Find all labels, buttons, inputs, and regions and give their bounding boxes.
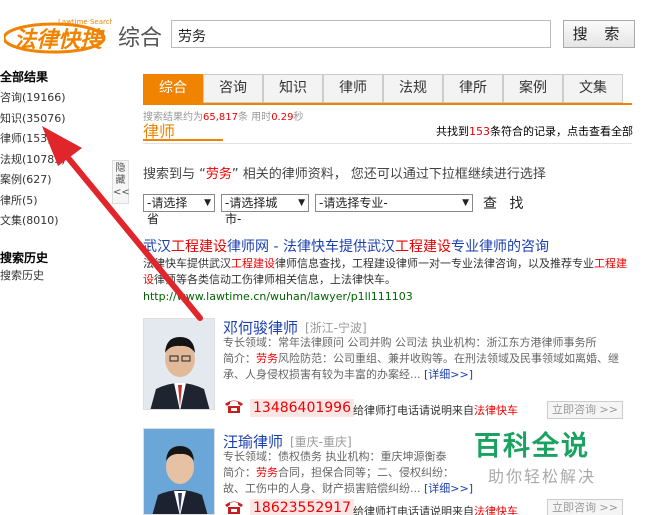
result-category-sidebar: 全部结果 咨询(19166) 知识(35076) 律师(153) 法规(1078… (0, 68, 110, 286)
chevron-down-icon: ▼ (462, 198, 469, 208)
lawyer-intro-text: 搜索到与 “劳务” 相关的律师资料， 您还可以通过下拉框继续进行选择 (143, 163, 546, 182)
tab-consult[interactable]: 咨询 (203, 74, 263, 103)
tab-regulation[interactable]: 法规 (383, 74, 443, 103)
find-button[interactable]: 查 找 (483, 193, 527, 213)
stats-mid: 条 用时 (238, 112, 272, 123)
found-count: 153 (469, 125, 490, 138)
intro-label: 简介： (223, 352, 256, 365)
lawyer-fields: 专长领域：常年法律顾问 公司并购 公司法 执业机构：浙江东方港律师事务所 (223, 336, 597, 349)
tab-collection[interactable]: 文集 (563, 74, 623, 103)
title-highlight: 工程建设 (171, 239, 227, 255)
intro-suffix: ” 相关的律师资料， 您还可以通过下拉框继续进行选择 (231, 167, 546, 182)
divider (143, 143, 632, 144)
detail-link[interactable]: [详细>>] (424, 482, 473, 495)
consult-now-button[interactable]: 立即咨询 >> (547, 401, 623, 419)
tab-underline (143, 103, 632, 105)
sidebar-item-lawyer[interactable]: 律师(153) (0, 129, 110, 150)
collapse-icon: << (113, 187, 130, 198)
city-select[interactable]: -请选择城市- ▼ (221, 194, 309, 226)
detail-link[interactable]: [详细>>] (424, 368, 473, 381)
intro-text: 风险防范：公司重组、兼并收购等。在刑法领域及民事领域如离婚、继承、人身侵权损害有… (223, 352, 619, 381)
category-word: 综合 (118, 26, 163, 51)
result-title-link[interactable]: 武汉工程建设律师网 - 法律快车提供武汉工程建设专业律师的咨询 (143, 236, 549, 256)
sidebar-item-consult[interactable]: 咨询(19166) (0, 88, 110, 109)
lawyer-info: 专长领域：常年法律顾问 公司并购 公司法 执业机构：浙江东方港律师事务所 简介：… (223, 335, 633, 383)
chevron-down-icon: ▼ (298, 198, 305, 208)
search-history-item[interactable]: 搜索历史 (0, 266, 110, 286)
tab-lawyer[interactable]: 律师 (323, 74, 383, 103)
hide-sidebar-toggle[interactable]: 隐 藏 << (112, 160, 130, 204)
stats-count: 65,817 (203, 112, 238, 123)
found-prefix: 共找到 (436, 125, 469, 138)
intro-text: 故、工伤中的人身、财产损害赔偿纠纷... (223, 482, 421, 495)
hide-tab-char-2: 藏 (115, 175, 126, 186)
tab-lawfirm[interactable]: 律所 (443, 74, 503, 103)
filter-bar: -请选择省 ▼ -请选择城市- ▼ -请选择专业- ▼ 查 找 (143, 193, 527, 226)
intro-highlight: 劳务 (256, 466, 278, 479)
title-part: 武汉 (143, 239, 171, 255)
search-input[interactable]: 劳务 (171, 20, 551, 48)
call-note-text: 给律师打电话请说明来自 (353, 404, 474, 417)
hide-tab-char-1: 隐 (115, 163, 126, 174)
title-part: 律师网 - 法律快车提供武汉 (227, 239, 395, 255)
title-part: 专业律师的咨询 (450, 239, 549, 255)
result-url[interactable]: http://www.lawtime.cn/wuhan/lawyer/p1ll1… (143, 290, 413, 303)
call-note: 给律师打电话请说明来自法律快车 (353, 503, 518, 515)
lawyer-location: [重庆-重庆] (290, 435, 352, 449)
consult-now-button[interactable]: 立即咨询 >> (547, 499, 623, 515)
intro-text: 合同，担保合同等；二、侵权纠纷： (278, 466, 454, 479)
intro-label: 简介： (223, 466, 256, 479)
desc-part: 律师等各类信动工伤律师相关信息，上法律快车。 (154, 273, 396, 286)
intro-keyword: 劳务 (205, 167, 232, 182)
sidebar-item-case[interactable]: 案例(627) (0, 170, 110, 191)
lawyer-photo[interactable] (143, 428, 215, 515)
sidebar-item-lawfirm[interactable]: 律所(5) (0, 191, 110, 212)
city-value: -请选择城市- (225, 196, 278, 226)
watermark-subtitle: 助你轻松解决 (488, 467, 597, 486)
section-underline (143, 139, 223, 141)
stats-time: 0.29 (271, 112, 294, 123)
province-value: -请选择省 (147, 196, 188, 226)
result-description: 法律快车提供武汉工程建设律师信息查找，工程建设律师一对一专业法律咨询，以及推荐专… (143, 256, 633, 288)
tab-case[interactable]: 案例 (503, 74, 563, 103)
intro-highlight: 劳务 (256, 352, 278, 365)
call-note: 给律师打电话请说明来自法律快车 (353, 402, 518, 418)
sidebar-item-regulation[interactable]: 法规(10785) (0, 150, 110, 171)
tab-comprehensive[interactable]: 综合 (143, 74, 203, 103)
stats-suffix: 秒 (293, 112, 304, 123)
logo-subtext: Lawtime Search (58, 18, 112, 26)
found-suffix: 条符合的记录，点击查看全部 (490, 125, 633, 138)
lawtime-logo[interactable]: 法律快搜 Lawtime Search (2, 14, 114, 56)
category-tabs: 综合 咨询 知识 律师 法规 律所 案例 文集 (143, 74, 623, 103)
search-button[interactable]: 搜 索 (563, 20, 635, 48)
intro-prefix: 搜索到与 “ (143, 167, 206, 182)
logo-text: 法律快搜 (14, 28, 105, 53)
lawyer-phone: 13486401996 (250, 399, 354, 417)
lawyer-location: [浙江-宁波] (305, 321, 367, 335)
watermark-title: 百科全说 (474, 431, 590, 462)
call-note-highlight: 法律快车 (474, 505, 518, 515)
title-highlight: 工程建设 (394, 239, 451, 255)
sidebar-title: 全部结果 (0, 70, 49, 84)
chevron-down-icon: ▼ (204, 198, 211, 208)
province-select[interactable]: -请选择省 ▼ (143, 194, 215, 226)
tab-knowledge[interactable]: 知识 (263, 74, 323, 103)
desc-part: 律师信息查找，工程建设律师一对一专业法律咨询，以及推荐专业 (275, 257, 594, 270)
specialty-value: -请选择专业- (319, 196, 388, 210)
found-records-link[interactable]: 共找到153条符合的记录，点击查看全部 (436, 123, 633, 139)
lawyer-phone: 18623552917 (250, 499, 354, 515)
search-history-title: 搜索历史 (0, 250, 49, 265)
desc-highlight: 工程建设 (231, 257, 275, 270)
sidebar-item-knowledge[interactable]: 知识(35076) (0, 109, 110, 130)
phone-icon (223, 398, 245, 414)
specialty-select[interactable]: -请选择专业- ▼ (315, 194, 473, 212)
phone-icon (223, 499, 245, 515)
lawyer-photo[interactable] (143, 318, 215, 410)
call-note-text: 给律师打电话请说明来自 (353, 505, 474, 515)
desc-part: 法律快车提供武汉 (143, 257, 231, 270)
call-note-highlight: 法律快车 (474, 404, 518, 417)
watermark: 百科全说 助你轻松解决 (474, 424, 614, 487)
sidebar-item-collection[interactable]: 文集(8010) (0, 211, 110, 232)
